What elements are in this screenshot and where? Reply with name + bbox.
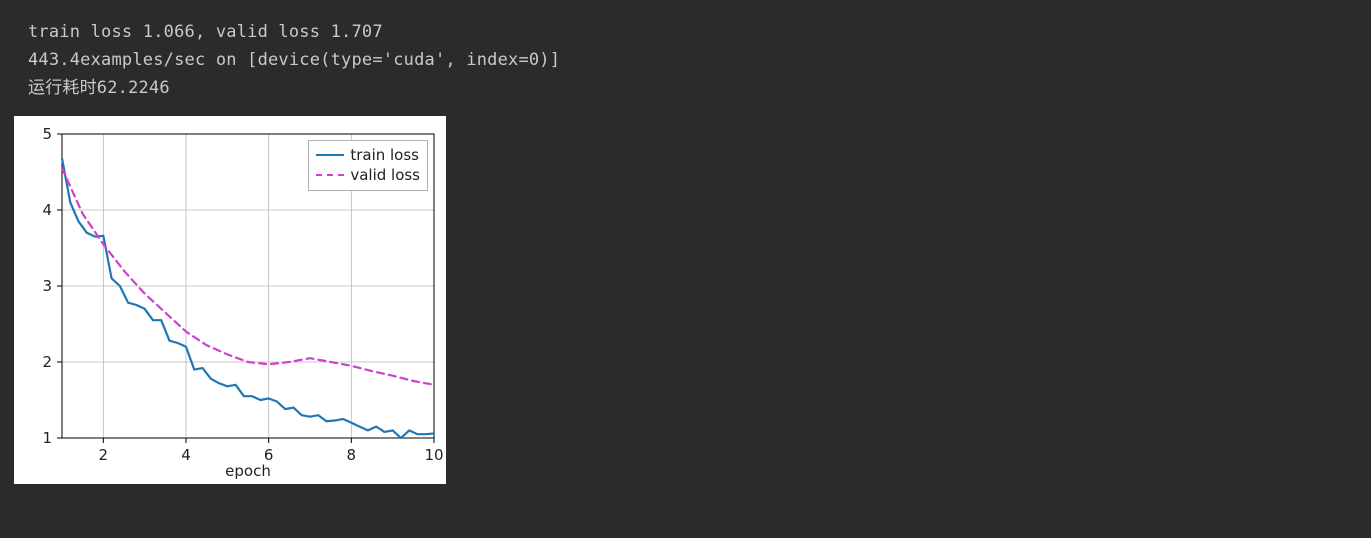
chart-legend: train loss valid loss: [308, 140, 428, 191]
output-line-3: 运行耗时62.2246: [28, 74, 1371, 102]
legend-swatch-train: [316, 154, 344, 157]
svg-text:epoch: epoch: [225, 462, 271, 480]
svg-text:5: 5: [42, 125, 52, 143]
svg-text:10: 10: [424, 446, 443, 464]
legend-swatch-valid: [316, 174, 344, 176]
loss-chart: 24681012345epoch train loss valid loss: [14, 116, 446, 484]
svg-text:1: 1: [42, 429, 52, 447]
svg-text:2: 2: [99, 446, 109, 464]
output-line-2: 443.4examples/sec on [device(type='cuda'…: [28, 46, 1371, 74]
svg-text:4: 4: [42, 201, 52, 219]
legend-entry-train: train loss: [316, 145, 420, 165]
legend-label-valid: valid loss: [350, 165, 420, 185]
output-line-1: train loss 1.066, valid loss 1.707: [28, 18, 1371, 46]
svg-text:4: 4: [181, 446, 191, 464]
legend-label-train: train loss: [350, 145, 419, 165]
legend-entry-valid: valid loss: [316, 165, 420, 185]
svg-text:2: 2: [42, 353, 52, 371]
svg-text:8: 8: [347, 446, 357, 464]
svg-text:3: 3: [42, 277, 52, 295]
console-output: train loss 1.066, valid loss 1.707 443.4…: [0, 0, 1371, 102]
